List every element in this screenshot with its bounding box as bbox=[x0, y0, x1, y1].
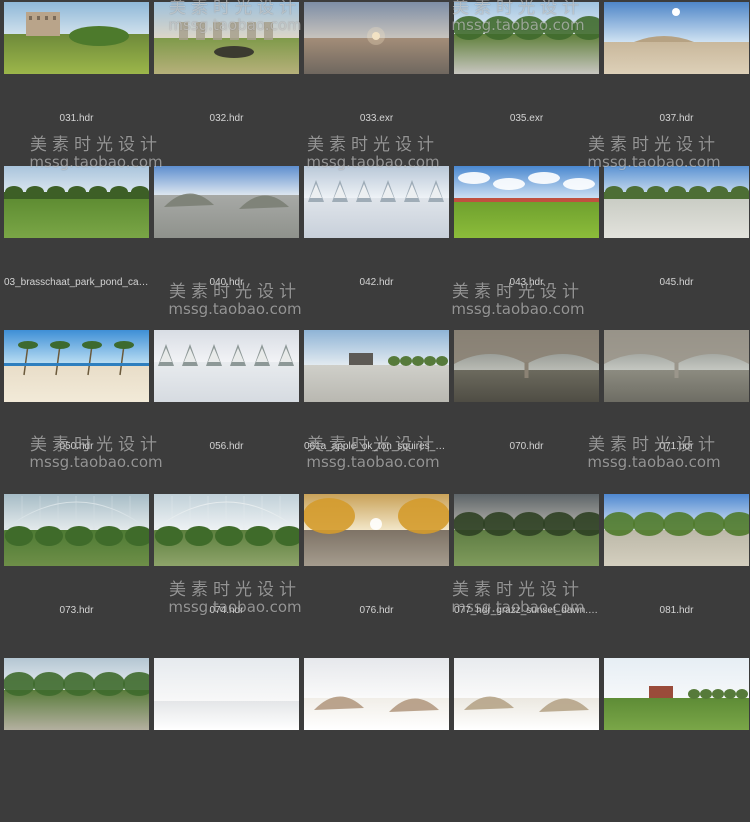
hdr-preview-image[interactable] bbox=[4, 2, 149, 74]
thumbnail-grid: 031.hdr 032.hdr 033.exr 035.exr 037.hdr 03_br… bbox=[4, 2, 749, 822]
hdr-preview-image[interactable] bbox=[454, 166, 599, 238]
file-name-label: 032.hdr bbox=[209, 113, 244, 124]
thumbnail-item[interactable]: 073.hdr bbox=[4, 494, 149, 658]
thumbnail-item[interactable] bbox=[604, 658, 749, 822]
file-name-label: 040.hdr bbox=[209, 277, 244, 288]
hdr-preview-image[interactable] bbox=[454, 494, 599, 566]
thumbnail-item[interactable] bbox=[454, 658, 599, 822]
file-name-label: 045.hdr bbox=[659, 277, 694, 288]
thumbnail-item[interactable]: 043.hdr bbox=[454, 166, 599, 330]
thumbnail-item[interactable]: 070.hdr bbox=[454, 330, 599, 494]
file-name-label: 074.hdr bbox=[209, 605, 244, 616]
hdr-preview-image[interactable] bbox=[304, 330, 449, 402]
thumbnail-item[interactable]: 033.exr bbox=[304, 2, 449, 166]
thumbnail-item[interactable] bbox=[154, 658, 299, 822]
hdr-preview-image[interactable] bbox=[454, 330, 599, 402]
hdr-preview-image[interactable] bbox=[604, 494, 749, 566]
hdr-preview-image[interactable] bbox=[304, 2, 449, 74]
hdr-preview-image[interactable] bbox=[4, 494, 149, 566]
thumbnail-item[interactable]: 077_hdr_grazz_sunset_dawn.hdr bbox=[454, 494, 599, 658]
thumbnail-item[interactable]: 071.hdr bbox=[604, 330, 749, 494]
hdr-preview-image[interactable] bbox=[154, 2, 299, 74]
hdr-preview-image[interactable] bbox=[454, 658, 599, 730]
hdr-preview-image[interactable] bbox=[304, 494, 449, 566]
file-name-label: 033.exr bbox=[359, 113, 394, 124]
thumbnail-item[interactable]: 037.hdr bbox=[604, 2, 749, 166]
file-name-label: 03_brasschaat_park_pond_cas... bbox=[4, 277, 149, 288]
hdr-preview-image[interactable] bbox=[4, 330, 149, 402]
thumbnail-item[interactable] bbox=[304, 658, 449, 822]
hdr-preview-image[interactable] bbox=[604, 330, 749, 402]
thumbnail-item[interactable]: 032.hdr bbox=[154, 2, 299, 166]
hdr-preview-image[interactable] bbox=[154, 166, 299, 238]
thumbnail-item[interactable] bbox=[4, 658, 149, 822]
file-name-label: 070.hdr bbox=[509, 441, 544, 452]
thumbnail-item[interactable]: 076.hdr bbox=[304, 494, 449, 658]
hdr-preview-image[interactable] bbox=[154, 494, 299, 566]
hdr-preview-image[interactable] bbox=[154, 658, 299, 730]
thumbnail-item[interactable]: 056.hdr bbox=[154, 330, 299, 494]
file-name-label: 035.exr bbox=[509, 113, 544, 124]
hdr-preview-image[interactable] bbox=[4, 658, 149, 730]
file-name-label: 061a_apple_ok_ton_squires_1.hdr bbox=[304, 441, 449, 452]
thumbnail-item[interactable]: 081.hdr bbox=[604, 494, 749, 658]
hdr-preview-image[interactable] bbox=[4, 166, 149, 238]
file-name-label: 056.hdr bbox=[209, 441, 244, 452]
file-name-label: 077_hdr_grazz_sunset_dawn.hdr bbox=[454, 605, 599, 616]
file-name-label: 073.hdr bbox=[59, 605, 94, 616]
thumbnail-item[interactable]: 031.hdr bbox=[4, 2, 149, 166]
thumbnail-item[interactable]: 03_brasschaat_park_pond_cas... bbox=[4, 166, 149, 330]
hdr-preview-image[interactable] bbox=[604, 658, 749, 730]
hdr-preview-image[interactable] bbox=[304, 166, 449, 238]
file-name-label: 081.hdr bbox=[659, 605, 694, 616]
file-name-label: 042.hdr bbox=[359, 277, 394, 288]
file-name-label: 043.hdr bbox=[509, 277, 544, 288]
file-name-label: 050.hdr bbox=[59, 441, 94, 452]
file-name-label: 037.hdr bbox=[659, 113, 694, 124]
hdr-preview-image[interactable] bbox=[604, 2, 749, 74]
hdr-preview-image[interactable] bbox=[304, 658, 449, 730]
thumbnail-item[interactable]: 061a_apple_ok_ton_squires_1.hdr bbox=[304, 330, 449, 494]
thumbnail-item[interactable]: 045.hdr bbox=[604, 166, 749, 330]
thumbnail-item[interactable]: 035.exr bbox=[454, 2, 599, 166]
file-name-label: 076.hdr bbox=[359, 605, 394, 616]
hdr-preview-image[interactable] bbox=[454, 2, 599, 74]
thumbnail-item[interactable]: 040.hdr bbox=[154, 166, 299, 330]
thumbnail-item[interactable]: 042.hdr bbox=[304, 166, 449, 330]
file-name-label: 031.hdr bbox=[59, 113, 94, 124]
file-name-label: 071.hdr bbox=[659, 441, 694, 452]
hdr-preview-image[interactable] bbox=[154, 330, 299, 402]
thumbnail-item[interactable]: 050.hdr bbox=[4, 330, 149, 494]
thumbnail-item[interactable]: 074.hdr bbox=[154, 494, 299, 658]
hdr-preview-image[interactable] bbox=[604, 166, 749, 238]
